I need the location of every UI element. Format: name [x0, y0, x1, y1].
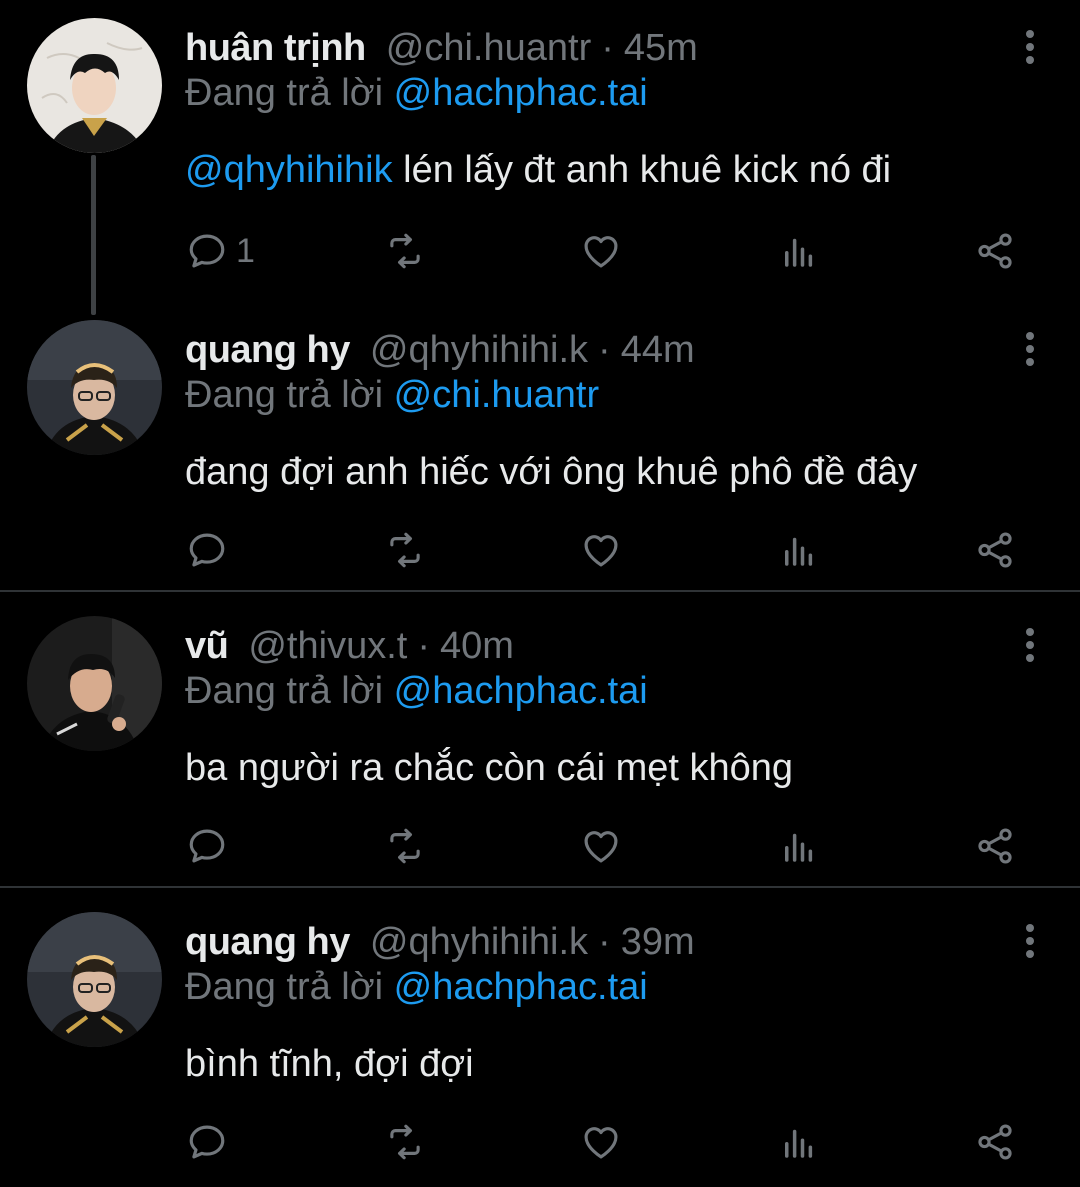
separator: · [598, 329, 611, 371]
more-icon[interactable] [1024, 924, 1036, 964]
retweet-icon [384, 230, 426, 272]
replying-to-label: Đang trả lời [185, 72, 384, 114]
tweet-2[interactable]: quang hy @qhyhihihi.k · 44m Đang trả lời… [0, 320, 1080, 580]
views-button[interactable] [778, 1112, 820, 1172]
replying-to: Đang trả lời @hachphac.tai [185, 962, 648, 1012]
reply-icon [186, 230, 228, 272]
action-bar [0, 816, 1080, 876]
avatar[interactable] [27, 320, 162, 455]
like-icon [580, 529, 622, 571]
body-text: ba người ra chắc còn cái mẹt không [185, 747, 794, 789]
retweet-icon [384, 825, 426, 867]
tweet-text: đang đợi anh hiếc với ông khuê phô đề đâ… [185, 447, 917, 497]
tweet-3[interactable]: vũ @thivux.t · 40m Đang trả lời @hachpha… [0, 616, 1080, 876]
share-button[interactable] [974, 816, 1016, 876]
share-icon [974, 1121, 1016, 1163]
views-icon [778, 1121, 820, 1163]
retweet-icon [384, 529, 426, 571]
retweet-button[interactable] [384, 816, 426, 876]
replying-to-label: Đang trả lời [185, 670, 384, 712]
views-button[interactable] [778, 816, 820, 876]
like-icon [580, 230, 622, 272]
views-icon [778, 529, 820, 571]
like-icon [580, 825, 622, 867]
tweet-4[interactable]: quang hy @qhyhihihi.k · 39m Đang trả lời… [0, 912, 1080, 1172]
replying-to-mention[interactable]: @hachphac.tai [394, 966, 648, 1008]
share-icon [974, 529, 1016, 571]
replying-to: Đang trả lời @hachphac.tai [185, 68, 648, 118]
reply-button[interactable]: 1 [186, 221, 255, 281]
reply-count: 1 [236, 231, 255, 270]
avatar[interactable] [27, 912, 162, 1047]
more-icon[interactable] [1024, 332, 1036, 372]
views-button[interactable] [778, 221, 820, 281]
body-text: lén lấy đt anh khuê kick nó đi [392, 149, 892, 191]
reply-icon [186, 529, 228, 571]
avatar[interactable] [27, 616, 162, 751]
views-icon [778, 230, 820, 272]
like-icon [580, 1121, 622, 1163]
more-icon[interactable] [1024, 628, 1036, 668]
more-icon[interactable] [1024, 30, 1036, 70]
retweet-button[interactable] [384, 221, 426, 281]
share-button[interactable] [974, 520, 1016, 580]
timestamp[interactable]: 44m [621, 320, 695, 380]
divider [0, 590, 1080, 592]
share-button[interactable] [974, 221, 1016, 281]
replying-to-label: Đang trả lời [185, 374, 384, 416]
replying-to-mention[interactable]: @hachphac.tai [394, 670, 648, 712]
tweet-text: @qhyhihihik lén lấy đt anh khuê kick nó … [185, 145, 891, 195]
body-text: đang đợi anh hiếc với ông khuê phô đề đâ… [185, 451, 918, 493]
share-icon [974, 825, 1016, 867]
like-button[interactable] [580, 816, 622, 876]
action-bar [0, 520, 1080, 580]
reply-icon [186, 825, 228, 867]
reply-button[interactable] [186, 1112, 236, 1172]
like-button[interactable] [580, 1112, 622, 1172]
like-button[interactable] [580, 221, 622, 281]
retweet-button[interactable] [384, 520, 426, 580]
tweet-text: ba người ra chắc còn cái mẹt không [185, 743, 793, 793]
share-button[interactable] [974, 1112, 1016, 1172]
divider [0, 886, 1080, 888]
reply-button[interactable] [186, 520, 236, 580]
replying-to-label: Đang trả lời [185, 966, 384, 1008]
reply-button[interactable] [186, 816, 236, 876]
body-mention[interactable]: @qhyhihihik [185, 149, 393, 191]
avatar[interactable] [27, 18, 162, 153]
share-icon [974, 230, 1016, 272]
body-text: bình tĩnh, đợi đợi [185, 1043, 474, 1085]
action-bar [0, 1112, 1080, 1172]
replying-to: Đang trả lời @hachphac.tai [185, 666, 648, 716]
replying-to-mention[interactable]: @chi.huantr [394, 374, 599, 416]
replying-to-mention[interactable]: @hachphac.tai [394, 72, 648, 114]
like-button[interactable] [580, 520, 622, 580]
reply-icon [186, 1121, 228, 1163]
tweet-1[interactable]: huân trịnh @chi.huantr · 45m Đang trả lờ… [0, 18, 1080, 315]
retweet-button[interactable] [384, 1112, 426, 1172]
views-button[interactable] [778, 520, 820, 580]
retweet-icon [384, 1121, 426, 1163]
replying-to: Đang trả lời @chi.huantr [185, 370, 599, 420]
views-icon [778, 825, 820, 867]
action-bar: 1 [0, 221, 1080, 281]
tweet-text: bình tĩnh, đợi đợi [185, 1039, 474, 1089]
